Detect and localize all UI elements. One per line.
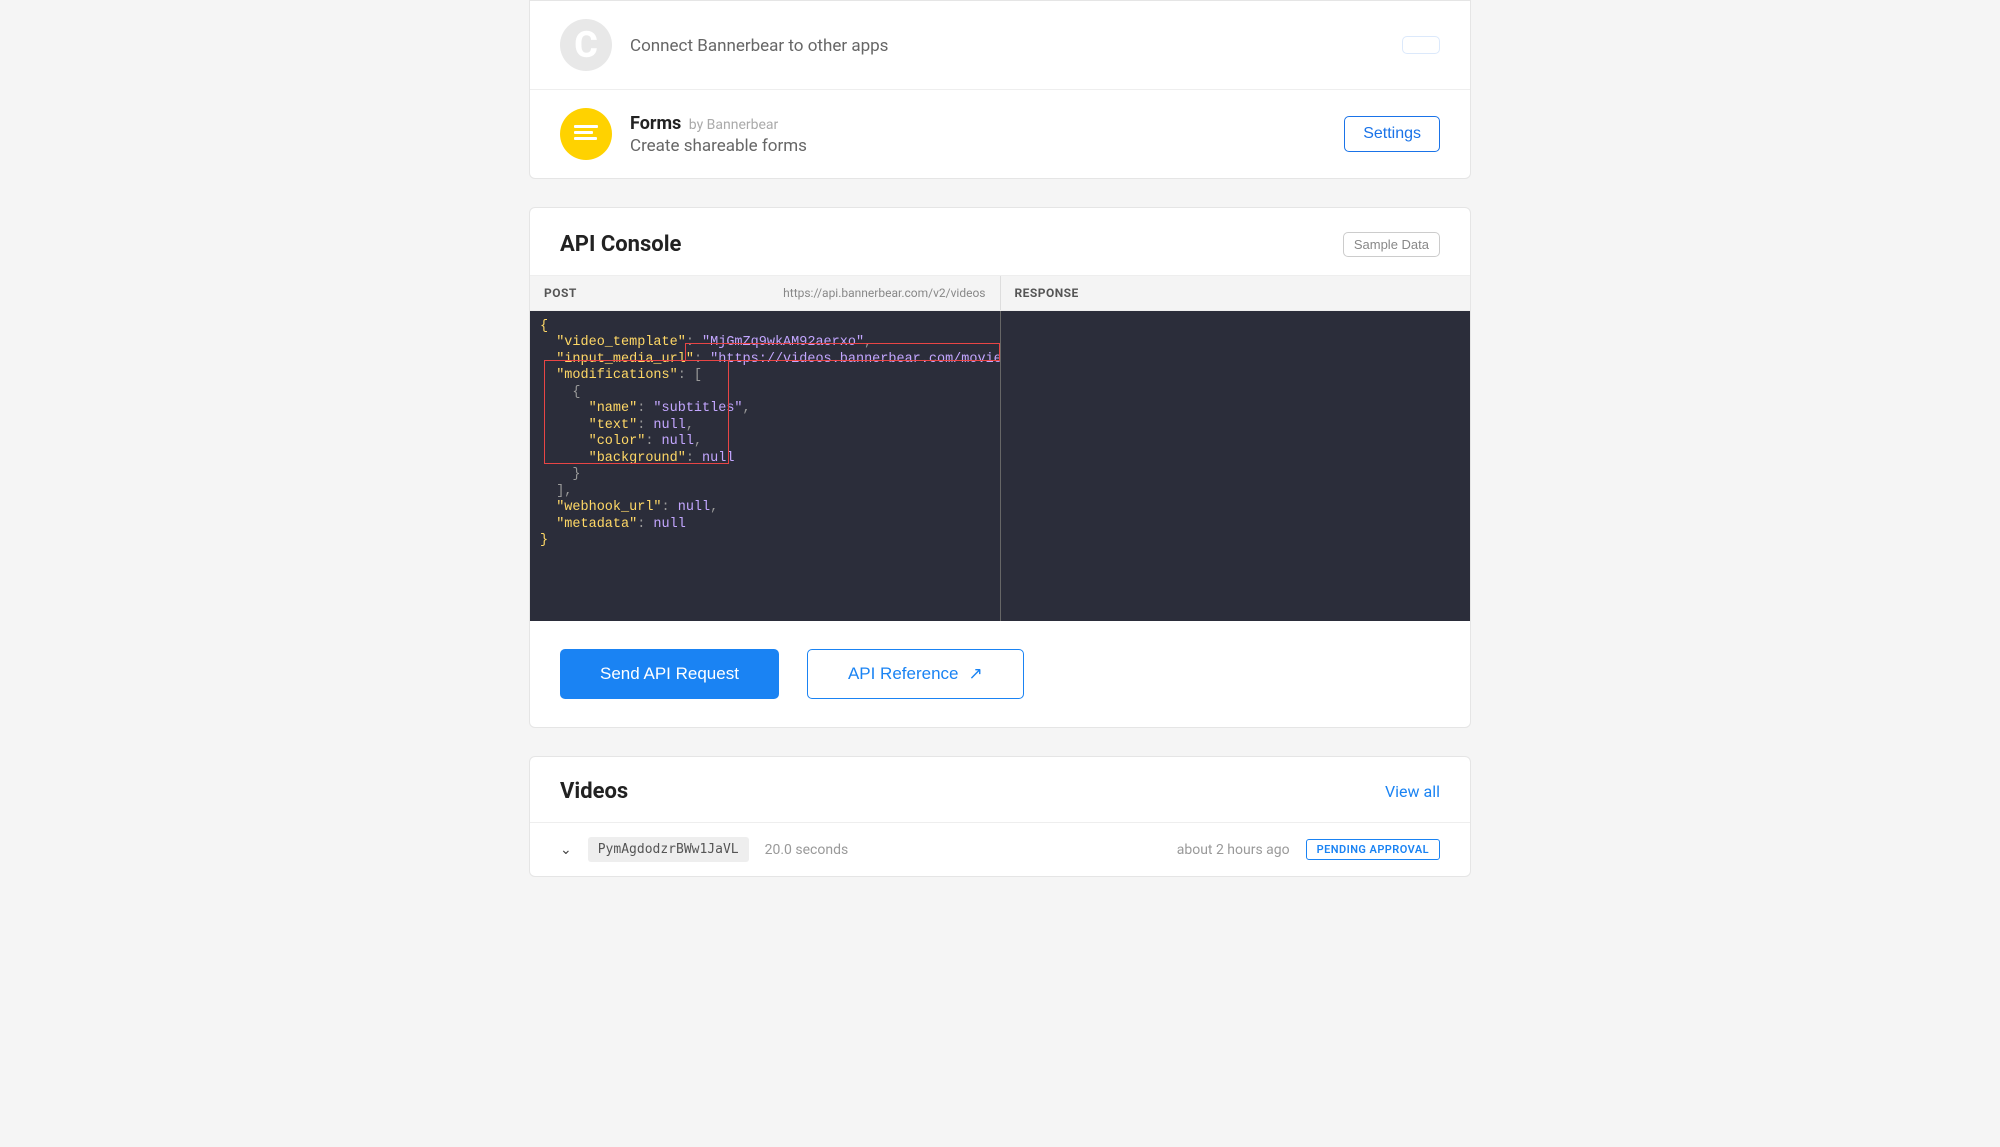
- api-url: https://api.bannerbear.com/v2/videos: [783, 286, 985, 300]
- chevron-down-icon[interactable]: ⌄: [560, 842, 572, 858]
- bannerbear-icon: C: [560, 19, 612, 71]
- api-console-card: API Console Sample Data POST https://api…: [529, 207, 1471, 728]
- video-id-badge[interactable]: PymAgdodzrBWw1JaVL: [588, 837, 749, 862]
- video-status-badge: PENDING APPROVAL: [1306, 839, 1440, 860]
- response-code-pane: [1000, 311, 1471, 621]
- api-reference-button[interactable]: API Reference ↗: [807, 649, 1024, 699]
- video-duration: 20.0 seconds: [765, 842, 849, 858]
- response-column-header: RESPONSE: [1000, 276, 1471, 310]
- view-all-link[interactable]: View all: [1385, 782, 1440, 801]
- video-row: ⌄ PymAgdodzrBWw1JaVL 20.0 seconds about …: [530, 822, 1470, 876]
- integration-item-forms: Forms by Bannerbear Create shareable for…: [530, 89, 1470, 178]
- integration-subtitle: Connect Bannerbear to other apps: [630, 36, 1402, 56]
- integration-item: C Connect Bannerbear to other apps: [530, 1, 1470, 89]
- video-time-ago: about 2 hours ago: [1177, 842, 1290, 858]
- settings-button[interactable]: Settings: [1344, 116, 1440, 152]
- sample-data-button[interactable]: Sample Data: [1343, 232, 1440, 257]
- videos-card: Videos View all ⌄ PymAgdodzrBWw1JaVL 20.…: [529, 756, 1471, 877]
- integration-title: Forms: [630, 113, 681, 134]
- integration-by: by Bannerbear: [689, 117, 779, 133]
- post-label: POST: [544, 286, 577, 300]
- view-instructions-button[interactable]: [1402, 36, 1440, 54]
- integration-subtitle: Create shareable forms: [630, 136, 1344, 156]
- forms-icon: [560, 108, 612, 160]
- post-column-header: POST https://api.bannerbear.com/v2/video…: [530, 276, 1000, 310]
- response-label: RESPONSE: [1015, 286, 1079, 300]
- external-link-icon: ↗: [969, 664, 983, 684]
- videos-title: Videos: [560, 779, 628, 804]
- send-api-request-button[interactable]: Send API Request: [560, 649, 779, 699]
- request-code-editor[interactable]: { "video_template": "MjGmZq9wkAM92aerxo"…: [530, 311, 1000, 621]
- api-console-title: API Console: [560, 232, 681, 257]
